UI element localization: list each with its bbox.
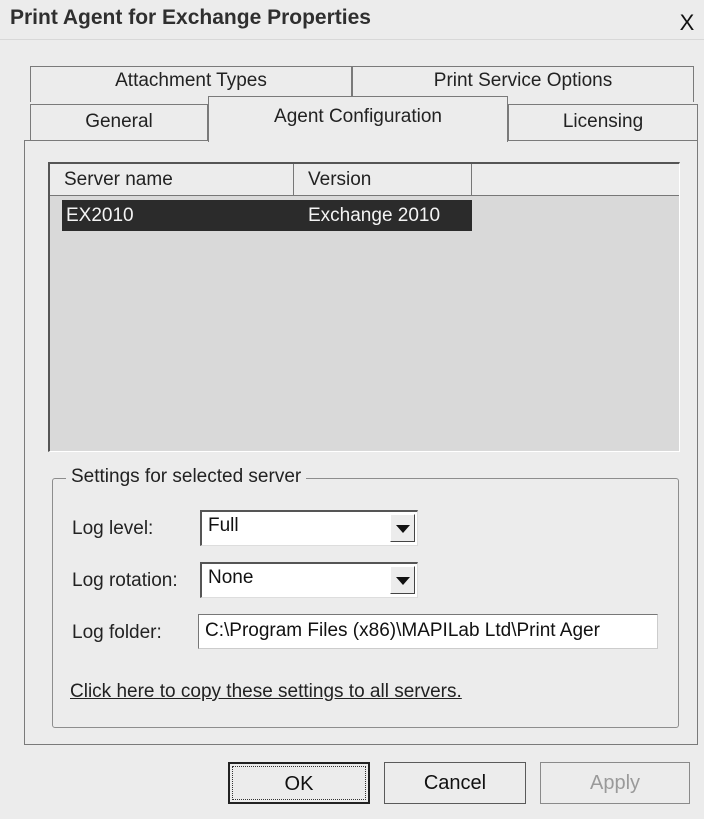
close-button[interactable]: X bbox=[672, 10, 702, 36]
chevron-down-icon bbox=[396, 577, 410, 585]
copy-settings-link[interactable]: Click here to copy these settings to all… bbox=[70, 681, 462, 703]
server-name-cell: EX2010 bbox=[66, 205, 134, 226]
log-rotation-label: Log rotation: bbox=[72, 570, 178, 591]
log-level-label: Log level: bbox=[72, 518, 154, 539]
title-bar[interactable]: Print Agent for Exchange Properties X bbox=[0, 0, 704, 40]
tab-agent-configuration[interactable]: Agent Configuration bbox=[208, 96, 508, 142]
ok-button[interactable]: OK bbox=[228, 762, 370, 804]
log-rotation-value: None bbox=[208, 567, 254, 588]
log-rotation-dropdown-button[interactable] bbox=[390, 566, 415, 594]
apply-button[interactable]: Apply bbox=[540, 762, 690, 804]
server-list[interactable]: Server name Version EX2010 Exchange 2010 bbox=[48, 162, 680, 452]
log-level-select[interactable]: Full bbox=[200, 510, 418, 546]
chevron-down-icon bbox=[396, 525, 410, 533]
column-header-empty bbox=[472, 164, 679, 196]
settings-group-title: Settings for selected server bbox=[66, 466, 307, 488]
window-title: Print Agent for Exchange Properties bbox=[10, 6, 371, 29]
column-header-version[interactable]: Version bbox=[294, 164, 472, 196]
log-folder-label: Log folder: bbox=[72, 622, 162, 643]
log-folder-input[interactable]: C:\Program Files (x86)\MAPILab Ltd\Print… bbox=[198, 614, 658, 649]
log-folder-value: C:\Program Files (x86)\MAPILab Ltd\Print… bbox=[205, 620, 600, 641]
table-row[interactable]: EX2010 Exchange 2010 bbox=[62, 200, 472, 231]
log-level-dropdown-button[interactable] bbox=[390, 514, 415, 542]
cancel-button[interactable]: Cancel bbox=[384, 762, 526, 804]
log-rotation-select[interactable]: None bbox=[200, 562, 418, 598]
tab-licensing[interactable]: Licensing bbox=[508, 104, 698, 141]
log-level-value: Full bbox=[208, 515, 239, 536]
tab-general[interactable]: General bbox=[30, 104, 208, 141]
version-cell: Exchange 2010 bbox=[308, 205, 441, 226]
column-header-server-name[interactable]: Server name bbox=[50, 164, 294, 196]
